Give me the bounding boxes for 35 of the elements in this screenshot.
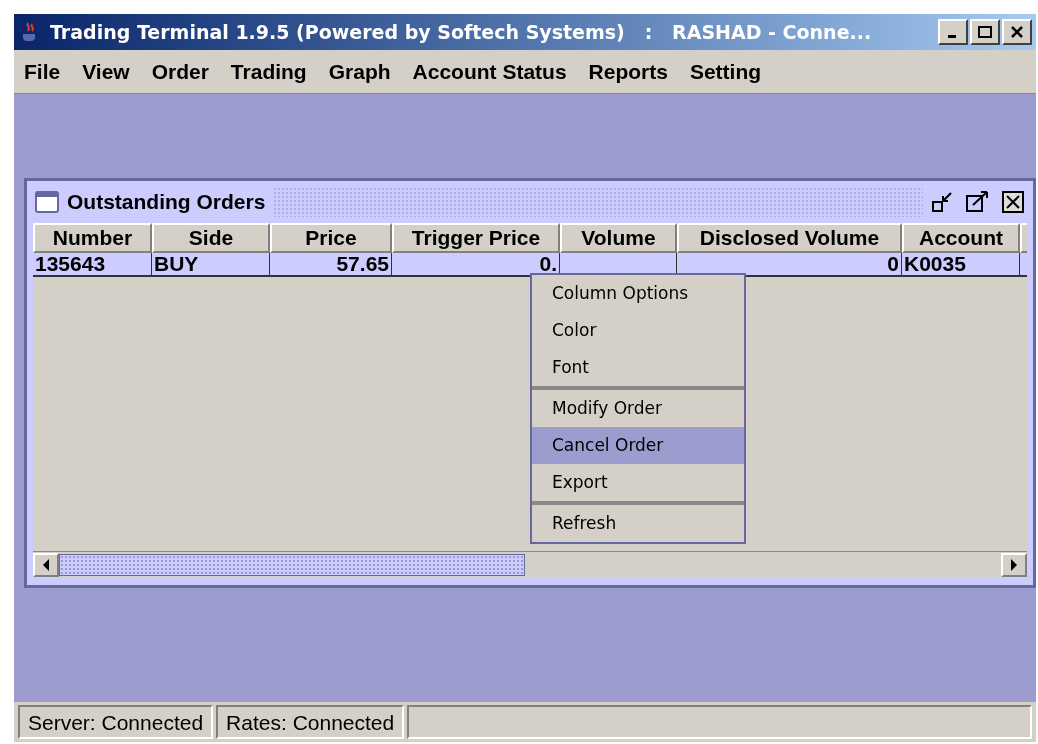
table-cell: BUY xyxy=(152,253,270,275)
table-cell: 135643 xyxy=(33,253,152,275)
table-cell: K0035 xyxy=(902,253,1020,275)
maximize-icon[interactable] xyxy=(970,19,1000,45)
maximize-icon[interactable] xyxy=(965,190,991,214)
menu-item[interactable]: File xyxy=(24,55,61,88)
column-header[interactable]: Account xyxy=(902,223,1020,253)
close-icon[interactable] xyxy=(1002,19,1032,45)
column-header[interactable]: Side xyxy=(152,223,270,253)
column-header[interactable]: Volume xyxy=(560,223,677,253)
frame-title: Outstanding Orders xyxy=(67,189,266,216)
column-header[interactable]: Trigger Price xyxy=(392,223,560,253)
menu-item[interactable]: Trading xyxy=(230,55,307,88)
frame-icon xyxy=(35,191,59,213)
right-arrow-icon xyxy=(1010,558,1018,571)
scroll-right-button[interactable] xyxy=(1001,552,1027,577)
column-header[interactable]: Disclosed Volume xyxy=(677,223,902,253)
window-title: Trading Terminal 1.9.5 (Powered by Softech Systems) : RASHAD - Conne... xyxy=(50,19,873,45)
status-panel: Rates: Connected xyxy=(216,705,405,739)
table-cell: 57.65 xyxy=(270,253,392,275)
left-arrow-icon xyxy=(42,558,50,571)
column-header[interactable]: Price xyxy=(270,223,392,253)
status-panel: Server: Connected xyxy=(18,705,214,739)
close-icon[interactable] xyxy=(999,190,1025,214)
minimize-icon[interactable] xyxy=(938,19,968,45)
menu-item[interactable]: Graph xyxy=(328,55,391,88)
menu-item[interactable]: Order xyxy=(151,55,209,88)
menu-item[interactable]: Reports xyxy=(588,55,668,88)
menu-item[interactable]: Setting xyxy=(689,55,762,88)
scroll-left-button[interactable] xyxy=(33,552,59,577)
menu-item[interactable]: View xyxy=(82,55,130,88)
scroll-thumb[interactable] xyxy=(59,553,525,576)
menu-item[interactable]: Account Status xyxy=(412,55,567,88)
column-header[interactable]: Number xyxy=(33,223,152,253)
context-menu-item[interactable]: Cancel Order xyxy=(532,427,744,464)
